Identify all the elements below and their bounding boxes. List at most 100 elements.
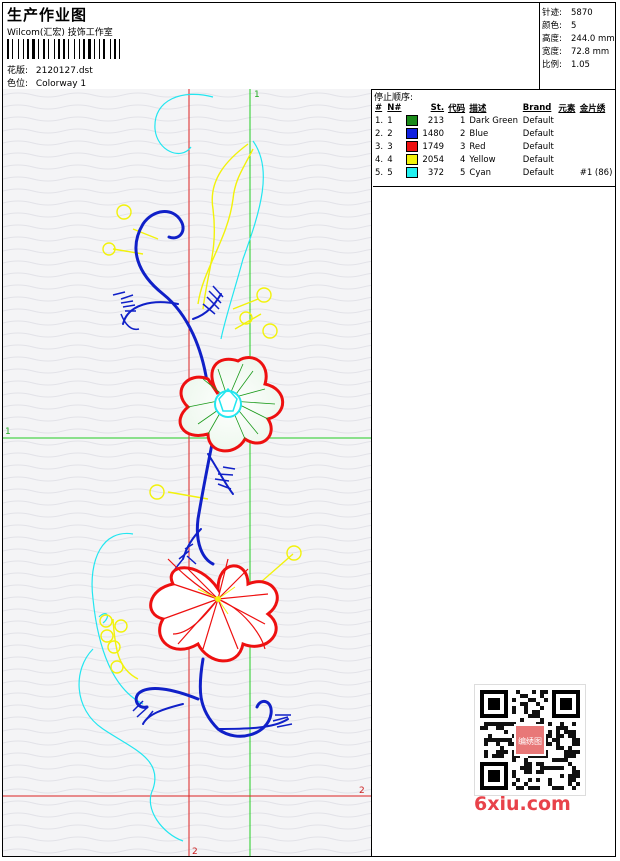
barcode-bar xyxy=(68,39,69,59)
qr-module xyxy=(548,778,552,782)
qr-module xyxy=(512,758,516,762)
needle-number: 3 xyxy=(387,141,393,152)
qr-module xyxy=(556,786,560,790)
color-swatch-icon xyxy=(405,141,418,152)
barcode-bar xyxy=(76,39,78,59)
qr-code-graphic: 编绣图 xyxy=(480,690,580,790)
barcode-bar xyxy=(23,39,24,59)
stop-number: 4. xyxy=(375,154,384,165)
qr-module xyxy=(536,786,540,790)
qr-module xyxy=(556,758,560,762)
qr-module xyxy=(572,778,576,782)
qr-module xyxy=(496,738,500,742)
color-count-value: 5 xyxy=(571,21,577,31)
table-row[interactable]: 1. 1 213 1 Dark Green Default xyxy=(373,114,615,127)
qr-module xyxy=(560,786,564,790)
thread-description: Red xyxy=(469,141,486,152)
table-row[interactable]: 4. 4 2054 4 Yellow Default xyxy=(373,153,615,166)
qr-module xyxy=(568,730,572,734)
stitch-count: 2054 xyxy=(422,154,445,165)
thread-description: Cyan xyxy=(469,167,491,178)
table-row[interactable]: 2. 2 1480 2 Blue Default xyxy=(373,127,615,140)
qr-finder-pattern xyxy=(488,770,500,782)
stat-label: 比例: xyxy=(542,60,562,70)
qr-module xyxy=(512,698,516,702)
qr-module xyxy=(544,690,548,694)
design-preview-canvas[interactable]: 1 1 2 2 xyxy=(3,89,372,856)
qr-module xyxy=(568,778,572,782)
barcode-bar xyxy=(36,39,37,59)
barcode-bar xyxy=(66,39,67,59)
barcode-bar xyxy=(56,39,57,59)
barcode-bar xyxy=(106,39,109,59)
qr-module xyxy=(556,738,560,742)
qr-module xyxy=(568,754,572,758)
qr-module xyxy=(572,766,576,770)
colorway-value: Colorway 1 xyxy=(35,79,87,89)
qr-module xyxy=(516,786,520,790)
qr-module xyxy=(560,722,564,726)
qr-center-stamp-text: 编绣图 xyxy=(518,736,542,746)
color-swatch-icon xyxy=(405,154,418,165)
qr-module xyxy=(496,742,500,746)
sequin xyxy=(578,140,615,153)
barcode-bar xyxy=(119,39,120,59)
qr-module xyxy=(484,722,488,726)
qr-module xyxy=(492,738,496,742)
thread-brand: Default xyxy=(522,167,554,178)
qr-module xyxy=(564,730,568,734)
qr-module xyxy=(524,710,528,714)
qr-module xyxy=(548,742,552,746)
stop-number: 3. xyxy=(375,141,384,152)
thread-brand: Default xyxy=(522,141,554,152)
barcode-bar xyxy=(30,39,31,59)
qr-module xyxy=(560,758,564,762)
barcode-bar xyxy=(48,39,49,59)
qr-module xyxy=(528,778,532,782)
qr-module xyxy=(568,746,572,750)
qr-module xyxy=(496,722,500,726)
qr-module xyxy=(512,774,516,778)
qr-module xyxy=(568,750,572,754)
qr-module xyxy=(496,750,500,754)
height-value: 244.0 mm xyxy=(571,34,615,44)
qr-module xyxy=(512,710,516,714)
element xyxy=(556,153,577,166)
qr-module xyxy=(572,774,576,778)
barcode-bar xyxy=(38,39,39,59)
barcode-bar xyxy=(86,39,87,59)
color-swatch xyxy=(404,114,420,127)
col-header: St. xyxy=(430,103,445,113)
qr-module xyxy=(568,762,572,766)
barcode-bar xyxy=(103,39,105,59)
barcode-bar xyxy=(10,39,11,59)
stat-label: 宽度: xyxy=(542,47,562,57)
qr-module xyxy=(564,754,568,758)
barcode-bar xyxy=(27,39,29,59)
qr-module xyxy=(492,722,496,726)
qr-module xyxy=(536,702,540,706)
color-swatch-icon xyxy=(405,167,418,178)
thread-brand: Default xyxy=(522,154,554,165)
stitch-count: 1480 xyxy=(422,128,445,139)
color-swatch xyxy=(404,127,420,140)
barcode-bar xyxy=(63,39,65,59)
table-row[interactable]: 5. 5 372 5 Cyan Default #1 (86) xyxy=(373,166,615,179)
element xyxy=(556,140,577,153)
barcode-bar xyxy=(114,39,116,59)
stat-label: 针迹: xyxy=(542,8,562,18)
qr-module xyxy=(576,782,580,786)
qr-module xyxy=(512,782,516,786)
qr-module xyxy=(540,718,544,722)
qr-module xyxy=(548,730,552,734)
width-row: 宽度: 72.8 mm xyxy=(542,45,609,57)
qr-module xyxy=(544,698,548,702)
qr-module xyxy=(516,778,520,782)
thread-code: 1 xyxy=(459,115,466,126)
table-row[interactable]: 3. 3 1749 3 Red Default xyxy=(373,140,615,153)
qr-module xyxy=(504,722,508,726)
qr-module xyxy=(544,766,548,770)
software-subtitle: Wilcom(汇宏) 技饰工作室 xyxy=(7,28,113,38)
barcode-bar xyxy=(110,39,111,59)
watermark-logo: 6xiu.com xyxy=(474,793,571,815)
